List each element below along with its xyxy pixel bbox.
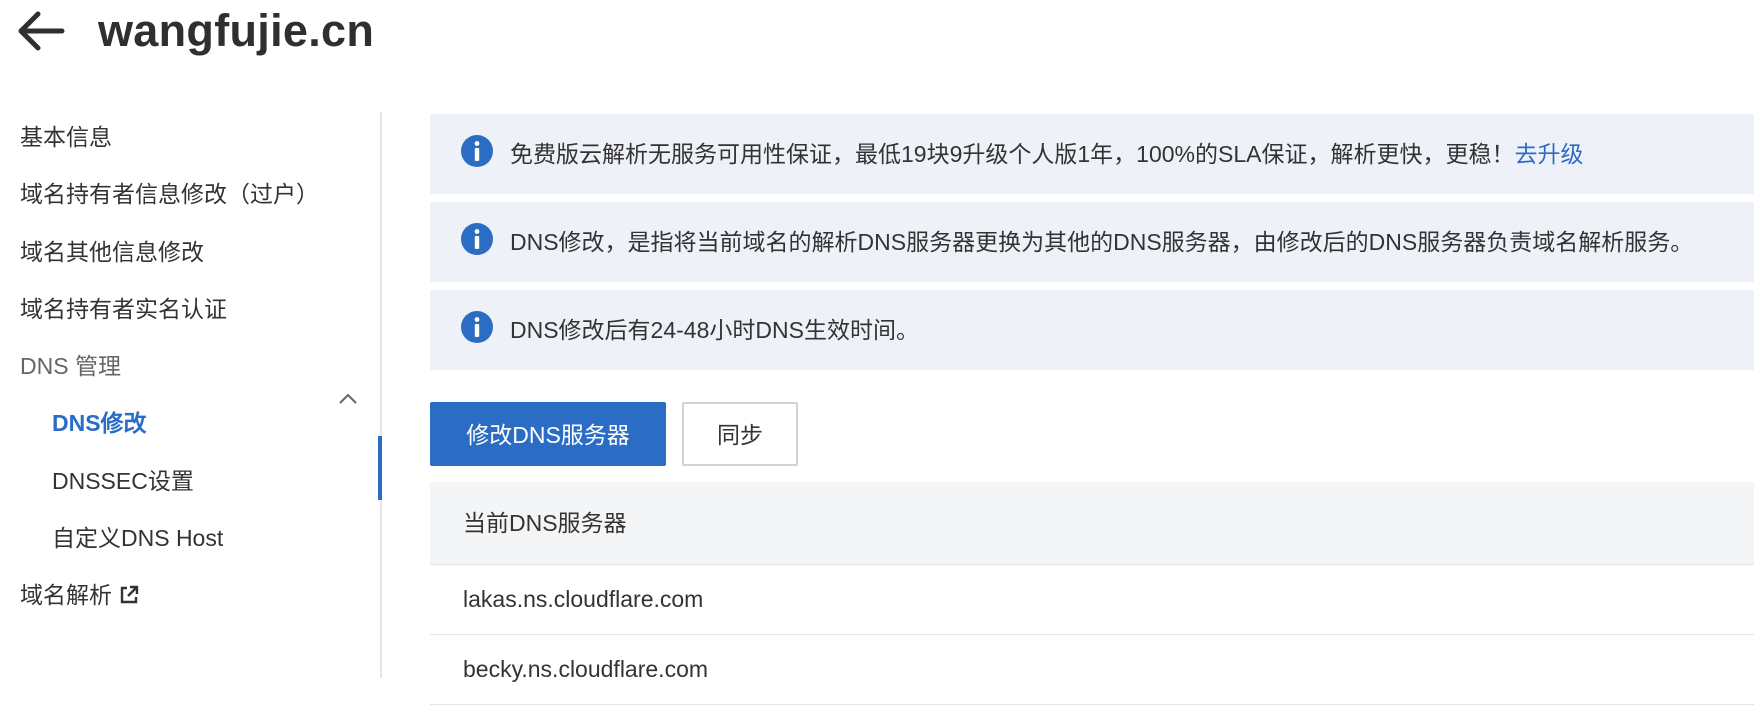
sidebar-item-custom-dns-host[interactable]: 自定义DNS Host (52, 523, 223, 553)
sidebar-active-indicator (378, 436, 382, 500)
sidebar-item-domain-resolution[interactable]: 域名解析 (20, 580, 140, 610)
sidebar: 基本信息 域名持有者信息修改（过户） 域名其他信息修改 域名持有者实名认证 DN… (0, 112, 382, 678)
alert-text: DNS修改，是指将当前域名的解析DNS服务器更换为其他的DNS服务器，由修改后的… (510, 229, 1694, 255)
page-title: wangfujie.cn (98, 5, 375, 56)
table-row: lakas.ns.cloudflare.com (430, 565, 1754, 635)
sidebar-item-dns-modify[interactable]: DNS修改 (52, 408, 147, 438)
page-header: wangfujie.cn (0, 0, 1754, 80)
dns-server-cell: lakas.ns.cloudflare.com (463, 586, 704, 612)
info-icon (461, 311, 493, 343)
sidebar-item-dnssec[interactable]: DNSSEC设置 (52, 466, 194, 496)
alert-message: 免费版云解析无服务可用性保证，最低19块9升级个人版1年，100%的SLA保证，… (510, 141, 1515, 167)
info-icon (461, 135, 493, 167)
table-header: 当前DNS服务器 (430, 482, 1754, 565)
sidebar-item-owner-transfer[interactable]: 域名持有者信息修改（过户） (20, 179, 319, 209)
table-row: becky.ns.cloudflare.com (430, 635, 1754, 705)
sidebar-group-dns-management[interactable]: DNS 管理 (20, 351, 121, 381)
sync-button[interactable]: 同步 (682, 402, 798, 466)
sidebar-item-other-info[interactable]: 域名其他信息修改 (20, 237, 204, 267)
sidebar-item-real-name[interactable]: 域名持有者实名认证 (20, 294, 227, 324)
alert-text: DNS修改后有24-48小时DNS生效时间。 (510, 317, 919, 343)
sidebar-divider (380, 112, 382, 678)
upgrade-link[interactable]: 去升级 (1514, 141, 1583, 167)
column-header-current-dns: 当前DNS服务器 (463, 510, 627, 536)
alert-text: 免费版云解析无服务可用性保证，最低19块9升级个人版1年，100%的SLA保证，… (510, 138, 1583, 170)
sidebar-item-basic-info[interactable]: 基本信息 (20, 122, 112, 152)
alert-dns-timing: DNS修改后有24-48小时DNS生效时间。 (430, 290, 1754, 370)
sidebar-item-label: 域名解析 (20, 582, 112, 608)
alert-upgrade: 免费版云解析无服务可用性保证，最低19块9升级个人版1年，100%的SLA保证，… (430, 114, 1754, 194)
modify-dns-button[interactable]: 修改DNS服务器 (430, 402, 666, 466)
chevron-up-icon[interactable] (338, 392, 358, 406)
alert-dns-explanation: DNS修改，是指将当前域名的解析DNS服务器更换为其他的DNS服务器，由修改后的… (430, 202, 1754, 282)
back-button[interactable] (14, 8, 68, 54)
arrow-left-icon (18, 11, 65, 51)
dns-server-cell: becky.ns.cloudflare.com (463, 656, 709, 682)
info-icon (461, 223, 493, 255)
external-link-icon (120, 585, 139, 604)
